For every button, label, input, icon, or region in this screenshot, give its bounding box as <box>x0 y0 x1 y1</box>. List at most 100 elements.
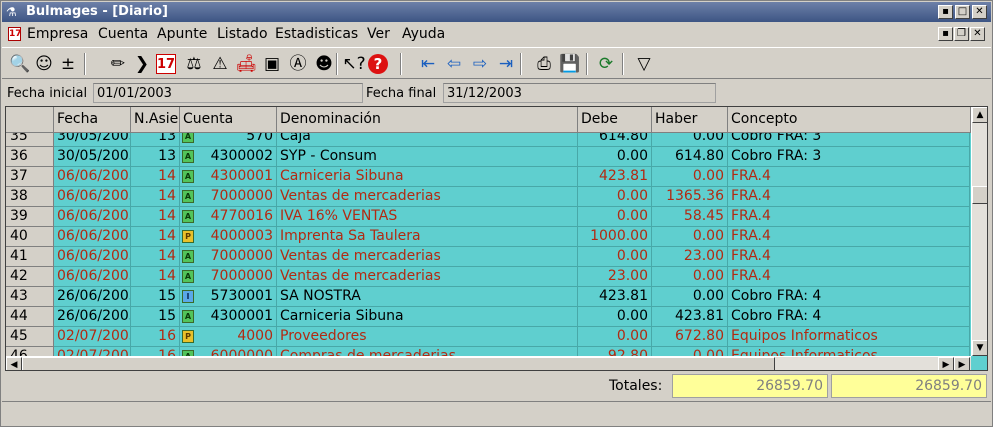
scroll-right-icon[interactable]: ▶ <box>938 357 954 370</box>
search-icon[interactable]: 🔍 <box>8 52 32 76</box>
mdi-close-icon[interactable]: ✕ <box>970 27 985 41</box>
vertical-scrollbar[interactable]: ▲ ▼ <box>971 107 987 356</box>
minimize-icon[interactable]: ▪ <box>938 5 953 19</box>
title-bar[interactable]: ⚗ Bulmages - [Diario] ▪ □ ✕ <box>2 2 991 22</box>
people-icon[interactable]: ☻ <box>312 52 336 76</box>
mdi-restore-icon[interactable]: ❐ <box>954 27 969 41</box>
calculator-icon[interactable]: ± <box>56 52 80 76</box>
cuenta-cell: A 7000000 <box>180 267 277 287</box>
fecha-cell-text: 06/06/2003 <box>57 208 131 224</box>
refresh-icon[interactable]: ⟳ <box>594 52 618 76</box>
row-number-cell[interactable]: 45 <box>6 327 54 347</box>
menu-ver[interactable]: Ver <box>367 26 390 42</box>
asiento-cell-text: 14 <box>158 188 176 204</box>
mdi-minimize-icon[interactable]: ▪ <box>938 27 953 41</box>
row-number-cell[interactable]: 37 <box>6 167 54 187</box>
whats-this-icon[interactable]: ↖? <box>342 52 366 76</box>
document-icon[interactable]: 17 <box>8 27 22 41</box>
column-header-concepto[interactable]: Concepto <box>728 107 971 133</box>
cuenta-cell: A 4300001 <box>180 307 277 327</box>
denominacion-cell: Caja <box>277 133 578 147</box>
help-icon[interactable]: ? <box>368 54 388 74</box>
asiento-cell: 13 <box>131 133 180 147</box>
table-row[interactable]: 40 06/06/2003 14 P 4000003 Imprenta Sa Tauler… <box>6 227 970 247</box>
column-header-asiento[interactable]: N.Asie <box>131 107 180 133</box>
scroll-down-icon[interactable]: ▼ <box>972 340 987 356</box>
table-row[interactable]: 39 06/06/2003 14 A 4770016 IVA 16% VENTAS 0.00… <box>6 207 970 227</box>
forward-icon[interactable]: ⇨ <box>468 52 492 76</box>
column-header-debe[interactable]: Debe <box>578 107 652 133</box>
calendar-icon[interactable]: 17 <box>156 54 176 74</box>
end-date-input[interactable] <box>443 83 716 103</box>
row-number-cell[interactable]: 38 <box>6 187 54 207</box>
table-row[interactable]: 37 06/06/2003 14 A 4300001 Carniceria Sibuna 4… <box>6 167 970 187</box>
sofa-icon[interactable]: 🛋 <box>234 52 258 76</box>
row-number-cell[interactable]: 39 <box>6 207 54 227</box>
row-number-cell[interactable]: 42 <box>6 267 54 287</box>
menu-listado[interactable]: Listado <box>217 26 268 42</box>
concepto-cell-text: Cobro FRA: 4 <box>731 308 822 324</box>
column-header-fecha[interactable]: Fecha <box>54 107 131 133</box>
row-number-cell[interactable]: 44 <box>6 307 54 327</box>
column-header-cuenta[interactable]: Cuenta <box>180 107 277 133</box>
filter-icon[interactable]: ▽ <box>632 52 656 76</box>
debe-cell: 0.00 <box>578 307 652 327</box>
first-icon[interactable]: ⇤ <box>416 52 440 76</box>
haber-cell-text: 0.00 <box>692 268 724 284</box>
start-date-input[interactable] <box>93 83 363 103</box>
column-header-haber[interactable]: Haber <box>652 107 728 133</box>
last-icon[interactable]: ⇥ <box>494 52 518 76</box>
table-row[interactable]: 41 06/06/2003 14 A 7000000 Ventas de mercader… <box>6 247 970 267</box>
table-row[interactable]: 44 26/06/2003 15 A 4300001 Carniceria Sibuna 0… <box>6 307 970 327</box>
menu-ayuda[interactable]: Ayuda <box>402 26 445 42</box>
save-icon[interactable]: 💾 <box>558 52 582 76</box>
toolbar-separator <box>84 53 86 75</box>
balance-sheet-icon[interactable]: ⚠ <box>208 52 232 76</box>
concepto-cell-text: FRA.4 <box>731 188 771 204</box>
table-row[interactable]: 38 06/06/2003 14 A 7000000 Ventas de mercader… <box>6 187 970 207</box>
concepto-cell: FRA.4 <box>728 267 970 287</box>
window-controls: ▪ □ ✕ <box>938 5 987 19</box>
maximize-icon[interactable]: □ <box>955 5 970 19</box>
table-row[interactable]: 35 30/05/2003 13 A 570 Caja 614.80 0.00 Cobro FR… <box>6 133 970 147</box>
close-icon[interactable]: ✕ <box>972 5 987 19</box>
row-number-cell-text: 38 <box>10 188 28 204</box>
user-icon[interactable]: ☺ <box>32 52 56 76</box>
print-icon[interactable]: ⎙ <box>532 52 556 76</box>
asiento-cell-text: 13 <box>158 133 176 144</box>
menu-estadisticas[interactable]: Estadisticas <box>275 26 358 42</box>
table-row[interactable]: 43 26/06/2003 15 I 5730001 SA NOSTRA 423.81 0.0… <box>6 287 970 307</box>
denominacion-cell: Ventas de mercaderias <box>277 267 578 287</box>
balance-icon[interactable]: ⚖ <box>182 52 206 76</box>
row-number-cell[interactable]: 43 <box>6 287 54 307</box>
row-number-cell[interactable]: 40 <box>6 227 54 247</box>
row-number-cell[interactable]: 35 <box>6 133 54 147</box>
previous-icon[interactable]: ⇦ <box>442 52 466 76</box>
menu-empresa[interactable]: Empresa <box>27 26 88 42</box>
menu-cuenta[interactable]: Cuenta <box>98 26 148 42</box>
horizontal-scrollbar[interactable]: ◀ ▶ ▶ <box>6 356 971 370</box>
concepto-cell: Cobro FRA: 3 <box>728 133 970 147</box>
haber-cell: 0.00 <box>652 267 728 287</box>
column-header-denominacion[interactable]: Denominación <box>277 107 578 133</box>
scroll-right-end-icon[interactable]: ▶ <box>954 357 970 370</box>
scroll-left-icon[interactable]: ◀ <box>6 357 22 370</box>
concepto-cell-text: FRA.4 <box>731 208 771 224</box>
scroll-up-icon[interactable]: ▲ <box>972 107 987 123</box>
fecha-cell-text: 06/06/2003 <box>57 188 131 204</box>
abc-icon[interactable]: Ⓐ <box>286 52 310 76</box>
monitor-icon[interactable]: ▣ <box>260 52 284 76</box>
row-number-cell[interactable]: 36 <box>6 147 54 167</box>
next-icon[interactable]: ❯ <box>130 52 154 76</box>
row-number-cell[interactable]: 41 <box>6 247 54 267</box>
concepto-cell: Cobro FRA: 4 <box>728 307 970 327</box>
table-row[interactable]: 45 02/07/2003 16 P 4000 Proveedores 0.00 672.80… <box>6 327 970 347</box>
asiento-cell-text: 14 <box>158 268 176 284</box>
table-row[interactable]: 42 06/06/2003 14 A 7000000 Ventas de mercader… <box>6 267 970 287</box>
menu-apunte[interactable]: Apunte <box>157 26 207 42</box>
table-row[interactable]: 36 30/05/2003 13 A 4300002 SYP - Consum 0.00 61… <box>6 147 970 167</box>
vertical-scroll-thumb[interactable] <box>972 186 987 204</box>
pencil-icon[interactable]: ✏ <box>106 52 130 76</box>
horizontal-scroll-thumb[interactable] <box>22 357 775 370</box>
cuenta-cell-text: 4300001 <box>210 168 273 184</box>
